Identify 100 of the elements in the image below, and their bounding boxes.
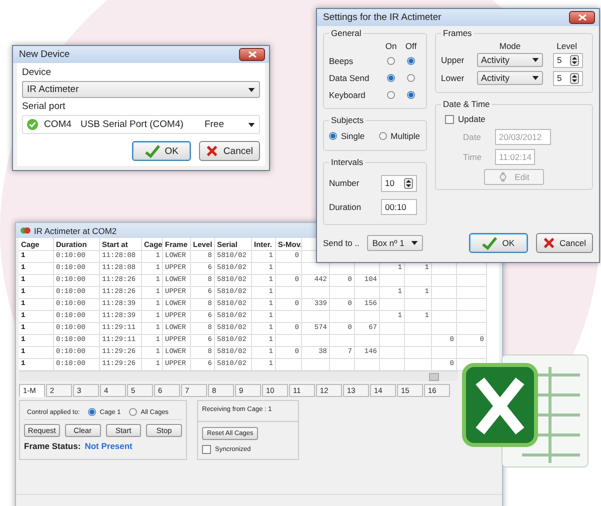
send-to-label: Send to .. bbox=[323, 238, 360, 248]
number-field[interactable]: 10 bbox=[381, 174, 417, 192]
radio-button[interactable] bbox=[329, 132, 337, 140]
empty-cell bbox=[302, 335, 330, 347]
checkbox-label: Update bbox=[458, 114, 486, 124]
frame-label: Upper bbox=[441, 55, 466, 65]
empty-cell bbox=[457, 347, 487, 359]
empty-cell bbox=[457, 323, 487, 335]
column-label: Off bbox=[404, 41, 418, 51]
empty-cell bbox=[380, 323, 405, 335]
empty-cell bbox=[432, 275, 457, 287]
field-label: Serial port bbox=[22, 101, 66, 112]
radio-button[interactable] bbox=[387, 56, 395, 64]
close-icon bbox=[578, 14, 586, 21]
group-title: Intervals bbox=[330, 157, 364, 167]
check-circle-icon bbox=[27, 119, 38, 130]
mode-dropdown[interactable]: Activity bbox=[477, 53, 543, 67]
mode-dropdown[interactable]: Activity bbox=[477, 71, 543, 85]
ok-button[interactable]: OK bbox=[469, 233, 528, 253]
caret-icon bbox=[248, 122, 255, 126]
empty-cell bbox=[432, 299, 457, 311]
option-label: Data Send bbox=[329, 72, 370, 82]
radio-button[interactable] bbox=[407, 90, 415, 98]
empty-cell bbox=[276, 263, 302, 275]
group-title: Frames bbox=[442, 28, 473, 38]
close-icon bbox=[248, 51, 256, 58]
column-label: Mode bbox=[498, 40, 522, 50]
empty-cell bbox=[302, 287, 330, 299]
device-dropdown[interactable]: IR Actimeter bbox=[22, 81, 260, 98]
empty-cell bbox=[302, 311, 330, 323]
column-label: Level bbox=[556, 40, 578, 50]
frame-label: Lower bbox=[441, 73, 466, 83]
close-button[interactable] bbox=[569, 11, 595, 24]
empty-cell bbox=[432, 287, 457, 299]
empty-cell bbox=[405, 275, 432, 287]
close-button[interactable] bbox=[239, 48, 265, 61]
empty-cell bbox=[330, 335, 355, 347]
check-icon bbox=[144, 144, 160, 158]
duration-field[interactable]: 00:10 bbox=[381, 199, 417, 215]
empty-cell bbox=[380, 347, 405, 359]
empty-cell bbox=[276, 335, 302, 347]
option-label: Keyboard bbox=[329, 90, 366, 100]
empty-cell bbox=[457, 299, 487, 311]
field-label: Number bbox=[329, 178, 360, 188]
cancel-button[interactable]: Cancel bbox=[536, 233, 593, 253]
empty-cell bbox=[276, 287, 302, 299]
cancel-button[interactable]: Cancel bbox=[199, 141, 260, 161]
radio-button[interactable] bbox=[378, 132, 387, 140]
empty-cell bbox=[330, 287, 355, 299]
spinner-icon[interactable] bbox=[570, 54, 579, 66]
empty-cell bbox=[380, 275, 405, 287]
empty-cell bbox=[405, 335, 432, 347]
spinner-icon[interactable] bbox=[404, 178, 413, 188]
empty-cell bbox=[355, 335, 380, 347]
caret-icon bbox=[532, 76, 539, 80]
app-icon bbox=[20, 226, 31, 235]
window-title: IR Actimeter at COM2 bbox=[34, 226, 117, 236]
field-label: Date bbox=[463, 132, 482, 142]
empty-cell bbox=[405, 323, 432, 335]
radio-button[interactable] bbox=[387, 74, 395, 82]
horizontal-scrollbar[interactable] bbox=[19, 371, 458, 381]
level-field[interactable]: 5 bbox=[553, 70, 583, 86]
check-icon bbox=[482, 236, 498, 250]
empty-cell bbox=[380, 335, 405, 347]
group-title: Subjects bbox=[330, 115, 365, 125]
empty-cell bbox=[276, 311, 302, 323]
radio-button[interactable] bbox=[128, 408, 137, 416]
caret-icon bbox=[532, 58, 539, 62]
watch-icon bbox=[498, 172, 507, 182]
empty-cell bbox=[330, 311, 355, 323]
dialog-title: Settings for the IR Actimeter bbox=[323, 12, 442, 23]
empty-cell bbox=[432, 323, 457, 335]
x-icon bbox=[542, 237, 555, 249]
empty-cell bbox=[457, 311, 487, 323]
group-title: General bbox=[330, 28, 362, 38]
field-label: Duration bbox=[329, 202, 362, 212]
empty-cell bbox=[432, 311, 457, 323]
spinner-icon[interactable] bbox=[570, 72, 579, 84]
ok-button[interactable]: OK bbox=[132, 141, 192, 161]
frame-status-label: Frame Status: bbox=[24, 441, 81, 451]
radio-button[interactable] bbox=[88, 408, 96, 416]
checkbox[interactable] bbox=[202, 445, 211, 454]
radio-button[interactable] bbox=[407, 56, 415, 64]
dialog-title: New Device bbox=[19, 49, 70, 60]
frame-status-value: Not Present bbox=[84, 441, 132, 451]
caret-icon bbox=[248, 88, 255, 92]
empty-cell bbox=[432, 347, 457, 359]
column-label: On bbox=[384, 41, 398, 51]
port-dropdown[interactable]: COM4 USB Serial Port (COM4) Free bbox=[22, 115, 260, 134]
radio-button[interactable] bbox=[407, 74, 415, 82]
radio-label: Multiple bbox=[390, 131, 420, 141]
empty-cell bbox=[457, 287, 487, 299]
caret-icon bbox=[411, 241, 418, 245]
x-icon bbox=[206, 145, 218, 157]
option-label: Beeps bbox=[329, 56, 354, 66]
radio-label: Single bbox=[341, 131, 365, 141]
level-field[interactable]: 5 bbox=[553, 52, 583, 68]
radio-button[interactable] bbox=[387, 90, 395, 98]
empty-cell bbox=[380, 299, 405, 311]
send-to-dropdown[interactable]: Box nº 1 bbox=[367, 235, 424, 251]
